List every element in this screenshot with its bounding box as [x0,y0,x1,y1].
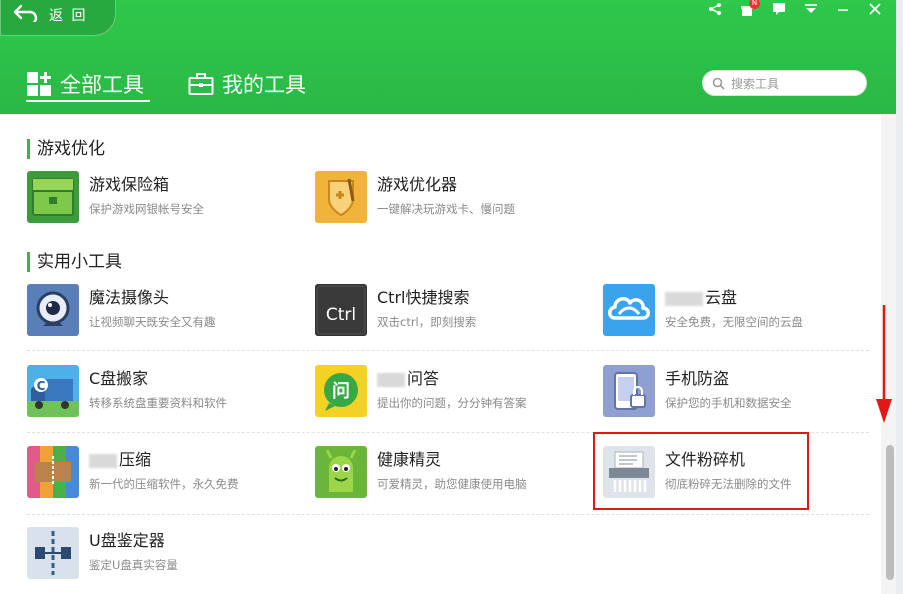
tool-desc: 可爱精灵，助您健康使用电脑 [377,477,527,491]
tool-health-sprite[interactable]: 健康精灵 可爱精灵，助您健康使用电脑 [315,443,575,499]
tab-my-tools[interactable]: 我的工具 [188,64,306,104]
row-divider [27,350,869,351]
question-char-text: 问 [332,381,350,402]
tool-usb-checker[interactable]: U盘鉴定器 鉴定U盘真实容量 [27,524,287,580]
blurred-brand [89,453,117,468]
message-icon[interactable] [772,1,790,15]
tool-name: Ctrl快捷搜索 [377,288,470,307]
cloud-icon [603,284,655,336]
menu-dropdown-icon[interactable] [804,1,822,15]
share-icon[interactable] [708,1,726,15]
tool-name-text: 问答 [407,369,440,388]
scrollbar-thumb[interactable] [886,445,894,580]
tool-manager-window: 返 回 N 全部工具 我的工具 搜索工具 游戏优化 游戏保险箱 保护游戏网银帐号… [0,0,903,594]
notification-badge: N [749,0,760,9]
background-window-edge [896,0,903,594]
back-arrow-icon [13,4,38,22]
tool-name: 健康精灵 [377,450,442,469]
back-button[interactable]: 返 回 [0,0,116,36]
close-icon[interactable] [868,1,886,15]
tool-name: 魔法摄像头 [89,288,170,307]
grid-icon [27,72,51,96]
active-tab-indicator [26,100,150,102]
tool-name: 游戏优化器 [377,175,458,194]
highlight-box [593,432,809,510]
red-down-arrow-icon [876,305,892,423]
tool-desc: 双击ctrl，即刻搜索 [377,315,477,329]
tab-all-tools[interactable]: 全部工具 [26,64,144,104]
tool-desc: 鉴定U盘真实容量 [89,558,178,572]
section-title-game: 游戏优化 [27,139,105,159]
tool-name: 问答 [377,365,439,389]
ctrl-key-text: Ctrl [326,305,356,325]
question-bubble-icon: 问 [315,365,367,417]
titlebar-controls: N [708,0,886,16]
ctrl-key-icon: Ctrl [315,284,367,336]
tool-desc: 转移系统盘重要资料和软件 [89,396,227,410]
game-optimizer-icon [315,171,367,223]
truck-icon: C [27,365,79,417]
tool-desc: 提出你的问题，分分钟有答案 [377,396,527,410]
tool-desc: 保护游戏网银帐号安全 [89,202,204,216]
search-icon [712,77,725,90]
archive-icon [27,446,79,498]
tool-game-optimizer[interactable]: 游戏优化器 一键解决玩游戏卡、慢问题 [315,168,575,224]
game-safe-icon [27,171,79,223]
search-input[interactable] [729,74,863,94]
tab-label: 我的工具 [222,73,306,97]
tool-desc: 新一代的压缩软件，永久免费 [89,477,239,491]
tool-compress[interactable]: 压缩 新一代的压缩软件，永久免费 [27,443,287,499]
tool-qa[interactable]: 问 问答 提出你的问题，分分钟有答案 [315,362,575,418]
tool-ctrl-search[interactable]: Ctrl Ctrl快捷搜索 双击ctrl，即刻搜索 [315,281,575,337]
toolbox-icon [188,73,214,95]
search-box[interactable] [702,70,867,96]
usb-check-icon [27,527,79,579]
tool-desc: 安全免费，无限空间的云盘 [665,315,803,329]
tool-name: 云盘 [665,284,737,308]
webcam-icon [27,284,79,336]
back-label: 返 回 [49,8,88,24]
tool-name-text: 压缩 [119,450,152,469]
tool-name: 手机防盗 [665,369,730,388]
header-bar: 返 回 N 全部工具 我的工具 搜索工具 [0,0,896,114]
blurred-brand [665,291,703,306]
gift-icon[interactable]: N [740,0,760,16]
tool-desc: 保护您的手机和数据安全 [665,396,792,410]
tool-desc: 一键解决玩游戏卡、慢问题 [377,202,515,216]
tab-label: 全部工具 [60,73,144,97]
green-sprite-icon [315,446,367,498]
tool-game-safe[interactable]: 游戏保险箱 保护游戏网银帐号安全 [27,168,287,224]
tool-cloud-disk[interactable]: 云盘 安全免费，无限空间的云盘 [603,281,863,337]
phone-lock-icon [603,365,655,417]
drive-letter-text: C [37,379,46,393]
minimize-icon[interactable] [836,1,854,15]
tool-name: 游戏保险箱 [89,175,170,194]
row-divider [27,514,869,515]
tool-c-drive-move[interactable]: C C盘搬家 转移系统盘重要资料和软件 [27,362,287,418]
tool-name-text: 云盘 [705,288,738,307]
tool-magic-webcam[interactable]: 魔法摄像头 让视频聊天既安全又有趣 [27,281,287,337]
tool-desc: 让视频聊天既安全又有趣 [89,315,216,329]
tool-name: C盘搬家 [89,369,149,388]
section-title-utilities: 实用小工具 [27,252,122,272]
tool-name: 压缩 [89,446,151,470]
tool-phone-antitheft[interactable]: 手机防盗 保护您的手机和数据安全 [603,362,863,418]
blurred-brand [377,372,405,387]
tool-name: U盘鉴定器 [89,531,165,550]
